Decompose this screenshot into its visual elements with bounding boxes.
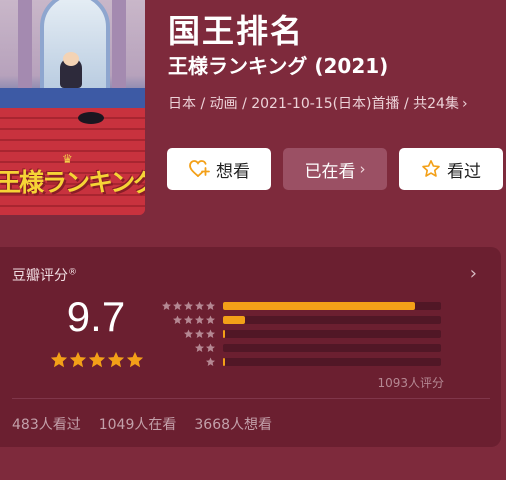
distribution-bar-fill xyxy=(223,302,415,310)
registered-mark: ® xyxy=(68,267,77,278)
watched-button-label: 看过 xyxy=(447,161,481,182)
distribution-bar-fill xyxy=(223,358,225,366)
want-button-label: 想看 xyxy=(216,161,250,182)
mini-star-icon xyxy=(195,301,204,310)
divider xyxy=(12,398,490,399)
distribution-row-5-star xyxy=(160,299,450,313)
chevron-right-icon: › xyxy=(461,96,468,112)
distribution-stars xyxy=(194,343,216,353)
mini-star-icon xyxy=(206,357,215,366)
mini-star-icon xyxy=(206,301,215,310)
mini-star-icon xyxy=(162,301,171,310)
star-icon xyxy=(69,351,87,368)
mini-star-icon xyxy=(173,301,182,310)
watching-button[interactable]: 已在看 › xyxy=(283,148,387,190)
star-outline-icon xyxy=(421,159,441,179)
watched-button[interactable]: 看过 xyxy=(399,148,503,190)
rating-label-text: 豆瓣评分 xyxy=(12,268,68,284)
rating-distribution xyxy=(160,299,450,369)
distribution-row-1-star xyxy=(160,355,450,369)
distribution-row-3-star xyxy=(160,327,450,341)
mini-star-icon xyxy=(184,329,193,338)
watched-count[interactable]: 483人看过 xyxy=(12,414,81,434)
mini-star-icon xyxy=(195,315,204,324)
poster-image[interactable]: ♛ 王様ランキング xyxy=(0,0,145,215)
rating-score: 9.7 xyxy=(66,293,126,340)
chevron-right-icon: › xyxy=(359,160,366,178)
audience-counts: 483人看过 1049人在看 3668人想看 xyxy=(12,414,272,434)
distribution-stars xyxy=(205,357,216,367)
star-icon xyxy=(126,351,144,368)
want-button[interactable]: 想看 xyxy=(167,148,271,190)
original-title: 王様ランキング (2021) xyxy=(168,54,389,78)
mini-star-icon xyxy=(184,301,193,310)
rating-stars xyxy=(50,351,144,369)
distribution-stars xyxy=(183,329,216,339)
rating-label: 豆瓣评分® xyxy=(12,265,77,285)
distribution-bar-track xyxy=(223,358,441,366)
distribution-row-2-star xyxy=(160,341,450,355)
watching-count[interactable]: 1049人在看 xyxy=(99,414,177,434)
heart-plus-icon xyxy=(188,159,210,179)
poster-logo-text: 王様ランキング xyxy=(0,168,145,197)
star-icon xyxy=(50,351,68,368)
distribution-bar-fill xyxy=(223,330,226,338)
distribution-bar-track xyxy=(223,316,441,324)
mini-star-icon xyxy=(206,315,215,324)
chevron-right-icon[interactable]: › xyxy=(470,263,477,284)
want-count[interactable]: 3668人想看 xyxy=(194,414,272,434)
mini-star-icon xyxy=(184,315,193,324)
distribution-bar-track xyxy=(223,302,441,310)
mini-star-icon xyxy=(195,343,204,352)
ratings-count: 1093人评分 xyxy=(377,376,444,390)
distribution-bar-track xyxy=(223,330,441,338)
poster-character-head xyxy=(63,52,79,66)
distribution-row-4-star xyxy=(160,313,450,327)
distribution-bar-track xyxy=(223,344,441,352)
mini-star-icon xyxy=(173,315,182,324)
meta-text: 日本 / 动画 / 2021-10-15(日本)首播 / 共24集 xyxy=(168,96,459,112)
meta-info[interactable]: 日本 / 动画 / 2021-10-15(日本)首播 / 共24集 › xyxy=(168,92,498,116)
watching-button-label: 已在看 xyxy=(304,161,356,182)
page-title: 国王排名 xyxy=(168,12,305,50)
star-icon xyxy=(107,351,125,368)
mini-star-icon xyxy=(206,343,215,352)
distribution-stars xyxy=(161,301,216,311)
star-icon xyxy=(88,351,106,368)
poster-shadow-character xyxy=(78,112,104,124)
mini-star-icon xyxy=(206,329,215,338)
mini-star-icon xyxy=(195,329,204,338)
distribution-stars xyxy=(172,315,216,325)
poster-blue-band xyxy=(0,88,145,108)
rating-card[interactable]: 豆瓣评分® › 9.7 1093人评分 483人看过 1049人在看 3668人… xyxy=(0,247,501,447)
distribution-bar-fill xyxy=(223,316,245,324)
